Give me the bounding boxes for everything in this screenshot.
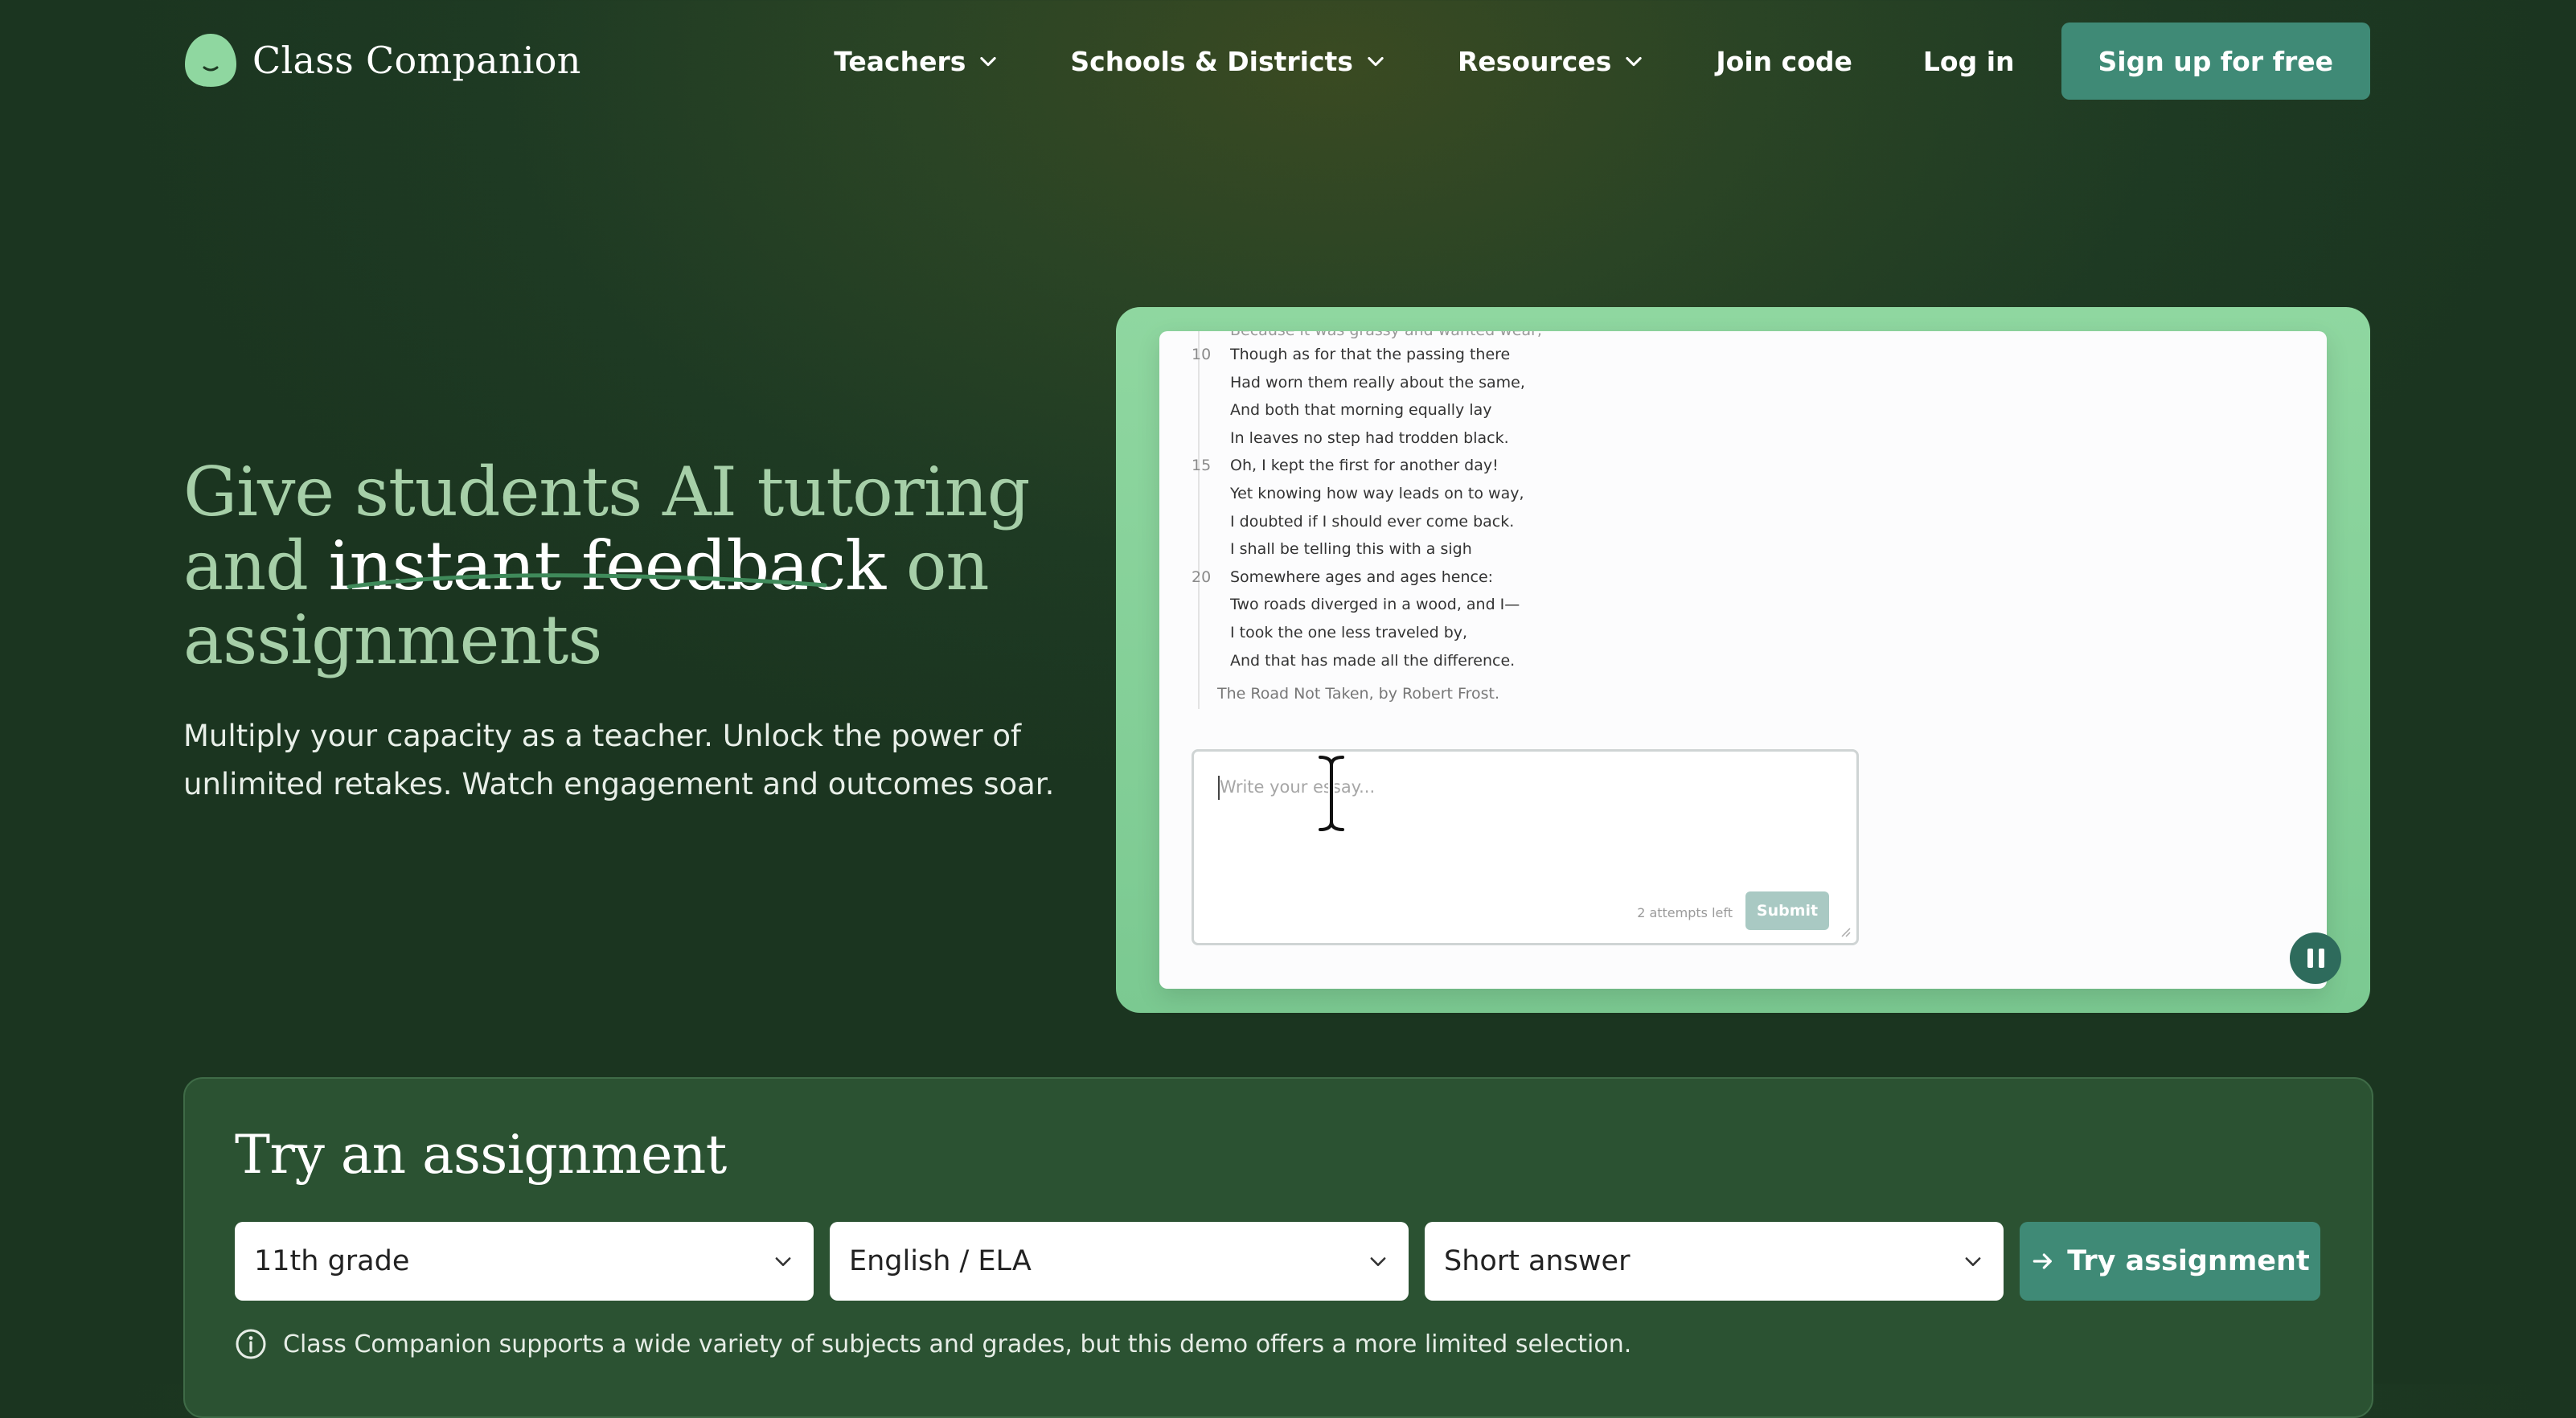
poem-line: I doubted if I should ever come back. bbox=[1230, 513, 1515, 531]
demo-info-note: Class Companion supports a wide variety … bbox=[235, 1328, 1631, 1360]
try-assignment-title: Try an assignment bbox=[235, 1124, 727, 1186]
poem-line: In leaves no step had trodden black. bbox=[1230, 429, 1509, 447]
nav-log-in[interactable]: Log in bbox=[1923, 46, 2015, 77]
chevron-down-icon bbox=[1370, 1257, 1386, 1266]
nav-log-in-label: Log in bbox=[1922, 45, 2015, 77]
arrow-right-icon bbox=[2033, 1253, 2053, 1269]
sign-up-button[interactable]: Sign up for free bbox=[2061, 23, 2370, 100]
nav-schools-label: Schools & Districts bbox=[1070, 45, 1353, 77]
try-assignment-label: Try assignment bbox=[2067, 1245, 2310, 1277]
try-assignment-button[interactable]: Try assignment bbox=[2020, 1222, 2320, 1301]
demo-screen: Because it was grassy and wanted wear; 1… bbox=[1159, 331, 2327, 989]
poem-line: And that has made all the difference. bbox=[1230, 652, 1516, 670]
poem-line: I shall be telling this with a sigh bbox=[1230, 540, 1472, 558]
headline-underline-swash bbox=[347, 573, 827, 589]
nav-join-code[interactable]: Join code bbox=[1716, 46, 1852, 77]
poem-line: Yet knowing how way leads on to way, bbox=[1230, 485, 1524, 502]
poem-rule bbox=[1198, 331, 1200, 709]
pause-button[interactable] bbox=[2290, 932, 2341, 984]
subject-select[interactable]: English / ELA bbox=[830, 1222, 1409, 1301]
try-assignment-panel: Try an assignment 11th grade English / E… bbox=[183, 1077, 2373, 1418]
subject-value: English / ELA bbox=[849, 1245, 1032, 1277]
poem-partial-line: Because it was grassy and wanted wear; bbox=[1230, 331, 1542, 339]
chevron-down-icon bbox=[1965, 1257, 1981, 1266]
logo-icon bbox=[185, 34, 236, 87]
hero-subtitle: Multiply your capacity as a teacher. Unl… bbox=[183, 719, 1055, 801]
poem-line: And both that morning equally lay bbox=[1230, 401, 1492, 419]
poem-line: Two roads diverged in a wood, and I— bbox=[1230, 596, 1520, 613]
nav-teachers-label: Teachers bbox=[834, 45, 966, 77]
essay-input[interactable]: Write your essay... 2 attempts left Subm… bbox=[1192, 749, 1859, 945]
demo-video-frame: Because it was grassy and wanted wear; 1… bbox=[1116, 307, 2370, 1013]
poem-line: Oh, I kept the first for another day! bbox=[1230, 457, 1499, 474]
info-icon bbox=[236, 1329, 266, 1359]
poem-line: Had worn them really about the same, bbox=[1230, 374, 1525, 391]
pause-icon bbox=[2307, 949, 2313, 968]
essay-placeholder: Write your essay... bbox=[1220, 777, 1376, 797]
nav-teachers[interactable]: Teachers bbox=[834, 46, 999, 77]
brand-logo[interactable]: Class Companion bbox=[183, 32, 581, 88]
poem-line-number: 10 bbox=[1192, 346, 1212, 363]
submit-button[interactable]: Submit bbox=[1745, 891, 1829, 930]
main-menu: Teachers Schools & Districts Resources J… bbox=[834, 23, 2370, 100]
poem-line: I took the one less traveled by, bbox=[1230, 624, 1468, 641]
attempts-left: 2 attempts left bbox=[1637, 905, 1733, 920]
brand-name: Class Companion bbox=[252, 39, 581, 82]
nav-resources[interactable]: Resources bbox=[1458, 46, 1645, 77]
poem-line-number: 20 bbox=[1192, 568, 1212, 586]
grade-value: 11th grade bbox=[254, 1245, 410, 1277]
assignment-type-select[interactable]: Short answer bbox=[1425, 1222, 2004, 1301]
chevron-down-icon bbox=[1626, 56, 1643, 67]
resize-handle-icon[interactable] bbox=[1840, 927, 1852, 938]
nav-resources-label: Resources bbox=[1457, 45, 1612, 77]
nav-join-code-label: Join code bbox=[1716, 45, 1852, 77]
assignment-type-value: Short answer bbox=[1444, 1245, 1631, 1277]
poem-line: Somewhere ages and ages hence: bbox=[1230, 568, 1494, 586]
chevron-down-icon bbox=[980, 56, 997, 67]
chevron-down-icon bbox=[1368, 56, 1384, 67]
demo-info-text: Class Companion supports a wide variety … bbox=[283, 1330, 1632, 1359]
chevron-down-icon bbox=[775, 1257, 791, 1266]
poem-line-number: 15 bbox=[1192, 457, 1212, 474]
poem-attribution: The Road Not Taken, by Robert Frost. bbox=[1217, 685, 1499, 703]
text-cursor-icon bbox=[1317, 754, 1346, 833]
nav-schools-districts[interactable]: Schools & Districts bbox=[1070, 46, 1387, 77]
poem-line: Though as for that the passing there bbox=[1230, 346, 1511, 363]
pause-icon-bar bbox=[2318, 949, 2324, 968]
top-navigation: Class Companion Teachers Schools & Distr… bbox=[0, 0, 2576, 121]
grade-select[interactable]: 11th grade bbox=[235, 1222, 814, 1301]
